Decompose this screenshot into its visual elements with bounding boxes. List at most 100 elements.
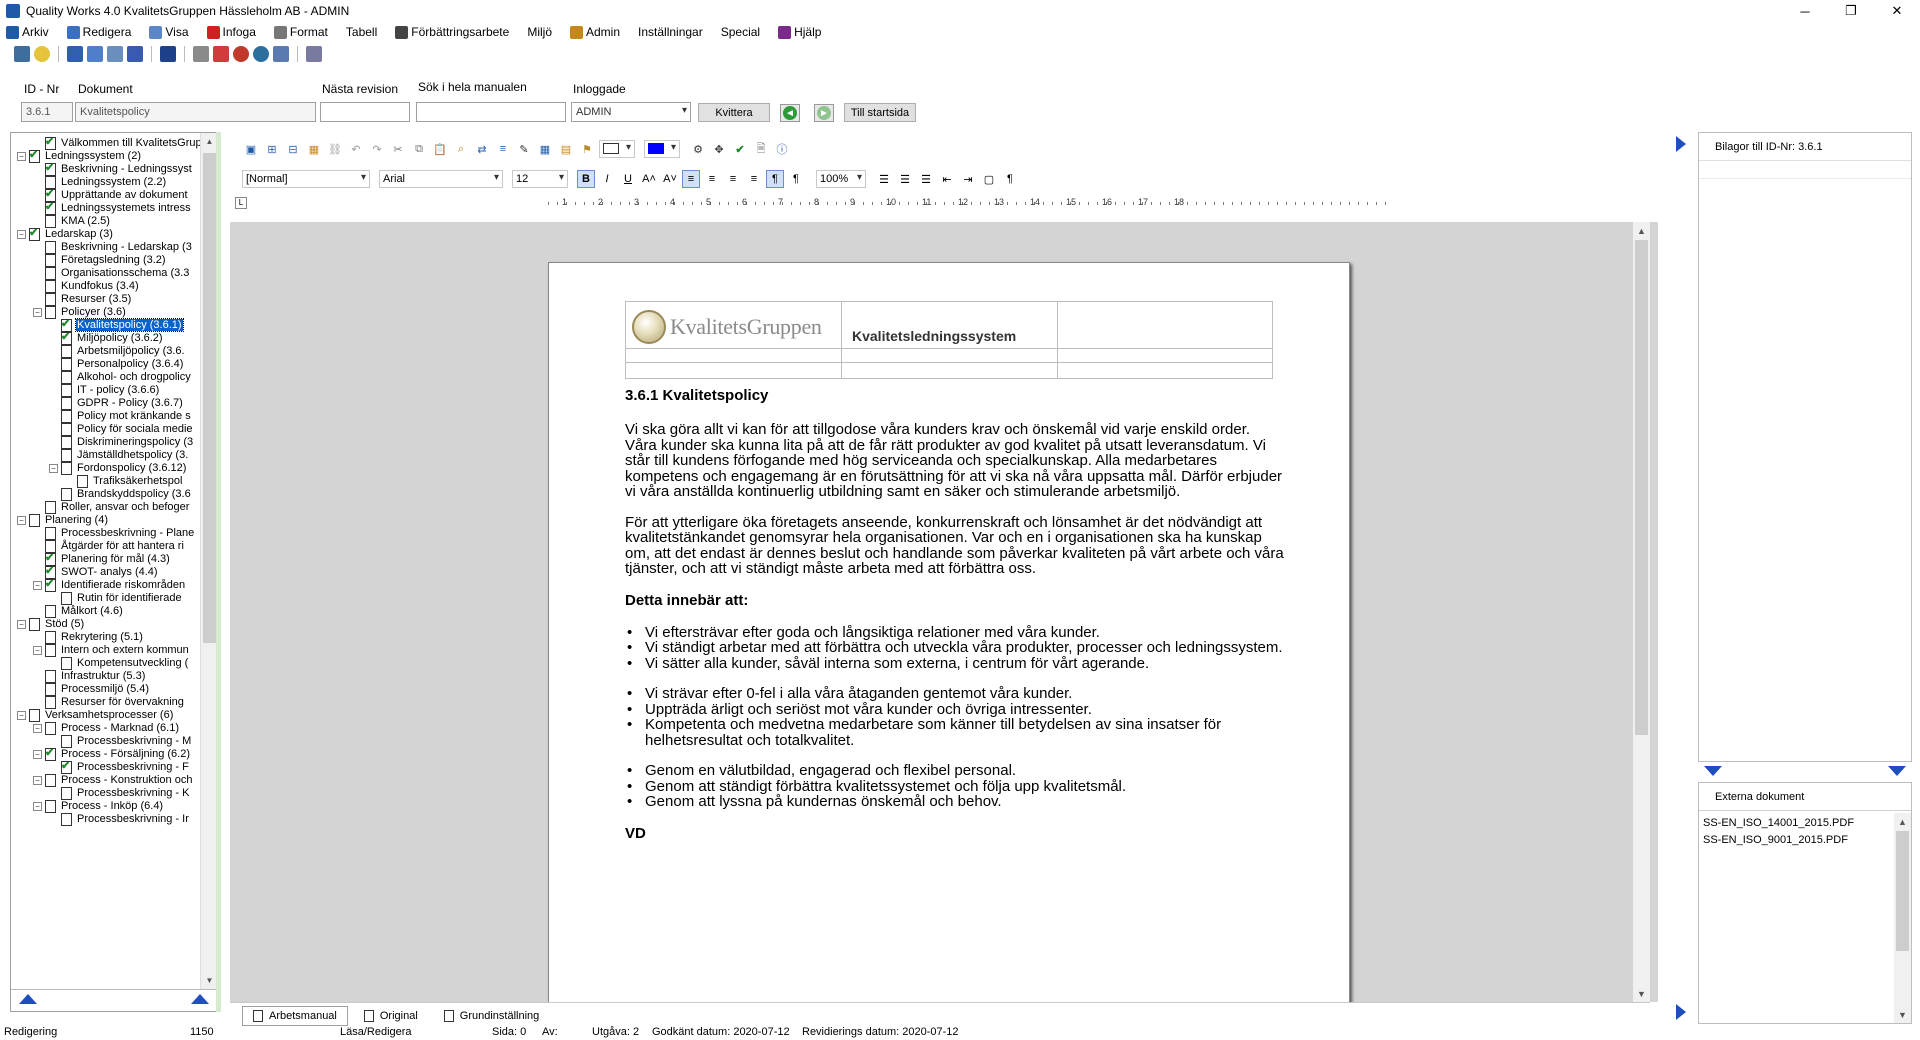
tree-expand-up-icon[interactable] xyxy=(191,994,209,1004)
external-doc-item[interactable]: SS-EN_ISO_14001_2015.PDF xyxy=(1699,815,1911,832)
align-left-icon[interactable]: ≡ xyxy=(682,170,700,188)
menu-admin[interactable]: Admin xyxy=(570,25,620,39)
copy-icon[interactable]: ⧉ xyxy=(410,140,428,158)
rtl-icon[interactable]: ¶ xyxy=(787,170,805,188)
tree-collapse-up-icon[interactable] xyxy=(19,994,37,1004)
shrink-font-button[interactable]: A˅ xyxy=(661,170,679,188)
document-field[interactable]: Kvalitetspolicy xyxy=(75,102,316,122)
search-input[interactable] xyxy=(416,102,566,122)
collapse-toggle-icon[interactable]: − xyxy=(33,723,42,733)
ruler-scale[interactable]: 1 2 3 4 5 6 7 8 9 10 11 12 13 14 15 16 17 18 xyxy=(548,197,1388,209)
replace-icon[interactable]: ⇄ xyxy=(473,140,491,158)
bold-button[interactable]: B xyxy=(577,170,595,188)
image-icon[interactable]: ▤ xyxy=(557,140,575,158)
menu-special[interactable]: Special xyxy=(721,25,760,39)
menu-tabell[interactable]: Tabell xyxy=(346,25,377,39)
stamp-icon[interactable]: ⚑ xyxy=(578,140,596,158)
decrease-indent-icon[interactable]: ⇤ xyxy=(938,170,956,188)
bullet-list-icon[interactable]: ☰ xyxy=(896,170,914,188)
cut-icon[interactable]: ✂ xyxy=(389,140,407,158)
right-splitter[interactable] xyxy=(1674,132,1688,1024)
italic-button[interactable]: I xyxy=(598,170,616,188)
menu-infoga[interactable]: Infoga xyxy=(206,25,256,39)
print-icon[interactable] xyxy=(193,46,209,62)
stop-icon[interactable] xyxy=(233,46,249,62)
document-icon[interactable]: 🗎 xyxy=(752,140,770,158)
underline-button[interactable]: U xyxy=(619,170,637,188)
collapse-toggle-icon[interactable]: − xyxy=(33,749,42,759)
collapse-toggle-icon[interactable]: − xyxy=(17,515,26,525)
fill-color-select[interactable] xyxy=(644,140,680,158)
next-revision-field[interactable] xyxy=(320,102,410,122)
document-page[interactable]: KvalitetsGruppen Kvalitetsledningssystem… xyxy=(548,262,1350,1002)
save-icon[interactable]: ▣ xyxy=(242,140,260,158)
panel-toggle-icon[interactable] xyxy=(1676,136,1686,152)
maximize-button[interactable]: ❐ xyxy=(1828,0,1874,22)
external-doc-item[interactable]: SS-EN_ISO_9001_2015.PDF xyxy=(1699,832,1911,849)
collapse-toggle-icon[interactable]: − xyxy=(33,801,42,811)
tools-icon[interactable] xyxy=(273,46,289,62)
tab-arbetsmanual[interactable]: Arbetsmanual xyxy=(242,1005,348,1026)
collapse-toggle-icon[interactable]: − xyxy=(17,151,26,161)
style-select[interactable]: [Normal] xyxy=(242,170,370,188)
size-select[interactable]: 12 xyxy=(512,170,568,188)
grow-font-button[interactable]: A˄ xyxy=(640,170,658,188)
users-icon[interactable] xyxy=(14,46,30,62)
list-style-icon[interactable]: ≡ xyxy=(494,140,512,158)
book-icon[interactable] xyxy=(107,46,123,62)
tree-scrollbar[interactable]: ▲ ▼ xyxy=(200,133,217,989)
menu-milj-[interactable]: Miljö xyxy=(527,25,552,39)
collapse-toggle-icon[interactable]: − xyxy=(49,463,58,473)
tree-splitter[interactable] xyxy=(216,132,221,1012)
scroll-down-icon[interactable]: ▼ xyxy=(1894,1006,1911,1023)
checklist-icon[interactable] xyxy=(67,46,83,62)
external-docs-scrollbar[interactable]: ▲ ▼ xyxy=(1894,813,1911,1023)
pen-icon[interactable]: ✎ xyxy=(515,140,533,158)
manual-icon[interactable] xyxy=(160,46,176,62)
kvittera-button[interactable]: Kvittera xyxy=(698,103,770,122)
undo-icon[interactable]: ↶ xyxy=(347,140,365,158)
menu-format[interactable]: Format xyxy=(273,25,328,39)
increase-indent-icon[interactable]: ⇥ xyxy=(959,170,977,188)
align-right-icon[interactable]: ≡ xyxy=(724,170,742,188)
menu-hj-lp[interactable]: Hjälp xyxy=(778,25,821,39)
paste-icon[interactable]: 📋 xyxy=(431,140,449,158)
lightbulb-icon[interactable] xyxy=(34,46,50,62)
move-icon[interactable]: ✥ xyxy=(710,140,728,158)
collapse-toggle-icon[interactable]: − xyxy=(33,775,42,785)
collapse-toggle-icon[interactable]: − xyxy=(17,619,26,629)
menu-arkiv[interactable]: Arkiv xyxy=(6,25,49,39)
logged-in-select[interactable]: ADMIN ▾ xyxy=(571,102,691,122)
insert-row-icon[interactable]: ⊞ xyxy=(263,140,281,158)
expand-down-icon[interactable] xyxy=(1888,766,1906,776)
link-icon[interactable]: ⛓ xyxy=(326,140,344,158)
menu-inst-llningar[interactable]: Inställningar xyxy=(638,25,703,39)
tab-original[interactable]: Original xyxy=(354,1006,428,1026)
info-icon[interactable]: ⓘ xyxy=(773,140,791,158)
minimize-button[interactable]: ─ xyxy=(1782,0,1828,22)
tree-node[interactable]: Processbeskrivning - Ir xyxy=(49,811,190,827)
ltr-icon[interactable]: ¶ xyxy=(766,170,784,188)
back-button[interactable]: ◄ xyxy=(780,104,800,122)
collapse-toggle-icon[interactable]: − xyxy=(33,307,42,317)
document-scrollbar[interactable]: ▲ ▼ xyxy=(1633,222,1650,1002)
pdf-icon[interactable] xyxy=(213,46,229,62)
document-scroll-thumb[interactable] xyxy=(1635,240,1648,735)
numbered-list-icon[interactable]: ☰ xyxy=(875,170,893,188)
border-color-select[interactable] xyxy=(599,140,635,158)
forward-button[interactable]: ► xyxy=(814,104,834,122)
menu-visa[interactable]: Visa xyxy=(149,25,189,39)
panel-toggle-icon[interactable] xyxy=(1676,1004,1686,1020)
close-button[interactable]: ✕ xyxy=(1874,0,1920,22)
id-field[interactable]: 3.6.1 xyxy=(21,102,73,122)
external-docs-scroll-thumb[interactable] xyxy=(1896,831,1909,951)
zoom-select[interactable]: 100% xyxy=(816,170,866,188)
home-page-button[interactable]: Till startsida xyxy=(844,103,916,122)
menu-f-rb-ttringsarbete[interactable]: Förbättringsarbete xyxy=(395,25,509,39)
multilevel-list-icon[interactable]: ☰ xyxy=(917,170,935,188)
tab-grundinstallning[interactable]: Grundinställning xyxy=(434,1006,550,1026)
insert-column-icon[interactable]: ⊟ xyxy=(284,140,302,158)
scroll-up-icon[interactable]: ▲ xyxy=(1633,222,1650,239)
menu-redigera[interactable]: Redigera xyxy=(66,25,131,39)
collapse-toggle-icon[interactable]: − xyxy=(33,645,42,655)
